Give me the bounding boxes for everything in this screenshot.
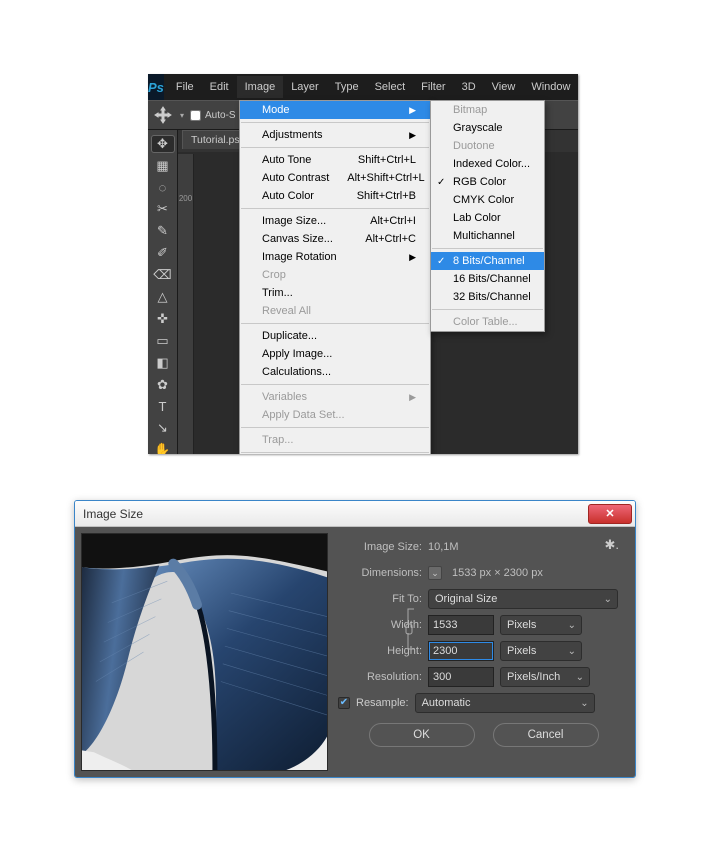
photoshop-window: Ps FileEditImageLayerTypeSelectFilter3DV… — [148, 74, 578, 454]
move-tool[interactable]: ✥ — [152, 136, 174, 152]
mode-grayscale[interactable]: Grayscale — [431, 119, 544, 137]
mode-16-bits-channel[interactable]: 16 Bits/Channel — [431, 270, 544, 288]
image-menu-apply-image-[interactable]: Apply Image... — [240, 345, 430, 363]
menu-layer[interactable]: Layer — [283, 76, 327, 98]
image-size-dialog: Image Size ✕ — [74, 500, 636, 778]
image-menu-mode[interactable]: Mode▶ — [240, 101, 430, 119]
menu-window[interactable]: Window — [523, 76, 578, 98]
image-menu-trap-: Trap... — [240, 431, 430, 449]
mode-32-bits-channel[interactable]: 32 Bits/Channel — [431, 288, 544, 306]
image-menu-image-size-[interactable]: Image Size...Alt+Ctrl+I — [240, 212, 430, 230]
brush-tool[interactable]: ✐ — [152, 245, 174, 261]
mode-rgb-color[interactable]: ✓RGB Color — [431, 173, 544, 191]
image-menu-canvas-size-[interactable]: Canvas Size...Alt+Ctrl+C — [240, 230, 430, 248]
dimensions-unit-toggle[interactable] — [428, 566, 442, 580]
image-menu-apply-data-set-: Apply Data Set... — [240, 406, 430, 424]
ok-button[interactable]: OK — [369, 723, 475, 747]
lasso-tool[interactable]: ◌ — [152, 180, 174, 195]
width-input[interactable] — [428, 615, 494, 635]
dialog-title: Image Size — [83, 507, 143, 521]
image-menu-duplicate-[interactable]: Duplicate... — [240, 327, 430, 345]
image-menu-variables: Variables▶ — [240, 388, 430, 406]
gradient-tool[interactable]: △ — [152, 289, 174, 305]
type-tool[interactable]: T — [152, 399, 174, 414]
menu-3d[interactable]: 3D — [454, 76, 484, 98]
hand-tool[interactable]: ✋ — [152, 442, 174, 454]
mode-color-table-: Color Table... — [431, 313, 544, 331]
eyedropper-tool[interactable]: ✎ — [152, 223, 174, 239]
width-unit-select[interactable]: Pixels — [500, 615, 582, 635]
menu-edit[interactable]: Edit — [202, 76, 237, 98]
auto-select-checkbox[interactable]: Auto-S — [190, 110, 236, 121]
marquee-tool[interactable]: ▦ — [152, 158, 174, 174]
image-menu-auto-tone[interactable]: Auto ToneShift+Ctrl+L — [240, 151, 430, 169]
resample-label: Resample: — [356, 697, 409, 709]
shape-tool[interactable]: ▭ — [152, 333, 174, 349]
menu-file[interactable]: File — [168, 76, 202, 98]
mode-indexed-color-[interactable]: Indexed Color... — [431, 155, 544, 173]
eraser-tool[interactable]: ⌫ — [152, 267, 174, 283]
gear-icon[interactable]: ✱. — [604, 537, 619, 553]
resolution-input[interactable] — [428, 667, 494, 687]
path-tool[interactable]: ↘ — [152, 420, 174, 436]
menu-type[interactable]: Type — [327, 76, 367, 98]
blur-tool[interactable]: ✿ — [152, 377, 174, 393]
app-logo: Ps — [148, 74, 164, 100]
image-menu-calculations-[interactable]: Calculations... — [240, 363, 430, 381]
tool-preset-arrow-icon[interactable]: ▾ — [180, 111, 184, 120]
dimensions-label: Dimensions: — [338, 567, 422, 579]
menu-image[interactable]: Image — [237, 76, 284, 98]
resample-select[interactable]: Automatic — [415, 693, 595, 713]
image-menu-crop: Crop — [240, 266, 430, 284]
close-button[interactable]: ✕ — [588, 504, 632, 524]
image-menu-adjustments[interactable]: Adjustments▶ — [240, 126, 430, 144]
mode-lab-color[interactable]: Lab Color — [431, 209, 544, 227]
image-menu-reveal-all: Reveal All — [240, 302, 430, 320]
crop-tool[interactable]: ✂ — [152, 201, 174, 217]
link-width-height-icon[interactable] — [404, 607, 418, 651]
dialog-titlebar: Image Size ✕ — [75, 501, 635, 527]
fit-to-select[interactable]: Original Size — [428, 589, 618, 609]
image-size-label: Image Size: — [338, 541, 422, 553]
resolution-unit-select[interactable]: Pixels/Inch — [500, 667, 590, 687]
resample-checkbox[interactable]: ✔ — [338, 697, 350, 709]
mode-submenu: BitmapGrayscaleDuotoneIndexed Color...✓R… — [430, 100, 545, 332]
fit-to-label: Fit To: — [338, 593, 422, 605]
image-menu-auto-color[interactable]: Auto ColorShift+Ctrl+B — [240, 187, 430, 205]
mode-duotone: Duotone — [431, 137, 544, 155]
image-menu: Mode▶Adjustments▶Auto ToneShift+Ctrl+LAu… — [239, 100, 431, 454]
menu-view[interactable]: View — [484, 76, 524, 98]
dialog-preview — [81, 533, 328, 771]
dialog-fields: ✱. Image Size: 10,1M Dimensions: 1533 px… — [338, 533, 629, 771]
height-unit-select[interactable]: Pixels — [500, 641, 582, 661]
patch-tool[interactable]: ◧ — [152, 355, 174, 371]
image-menu-trim-[interactable]: Trim... — [240, 284, 430, 302]
mode-8-bits-channel[interactable]: ✓8 Bits/Channel — [431, 252, 544, 270]
image-size-value: 10,1M — [428, 541, 459, 553]
menubar: FileEditImageLayerTypeSelectFilter3DView… — [168, 76, 578, 98]
mode-cmyk-color[interactable]: CMYK Color — [431, 191, 544, 209]
mode-multichannel[interactable]: Multichannel — [431, 227, 544, 245]
tools-panel: ✥ ▦ ◌ ✂ ✎ ✐ ⌫ △ ✜ ▭ ◧ ✿ T ↘ ✋ — [148, 130, 178, 454]
mode-bitmap: Bitmap — [431, 101, 544, 119]
height-input[interactable] — [428, 641, 494, 661]
clone-tool[interactable]: ✜ — [152, 311, 174, 327]
image-menu-image-rotation[interactable]: Image Rotation▶ — [240, 248, 430, 266]
dimensions-value: 1533 px × 2300 px — [452, 567, 543, 579]
resolution-label: Resolution: — [338, 671, 422, 683]
move-tool-icon[interactable] — [154, 106, 172, 124]
cancel-button[interactable]: Cancel — [493, 723, 599, 747]
image-menu-auto-contrast[interactable]: Auto ContrastAlt+Shift+Ctrl+L — [240, 169, 430, 187]
vertical-ruler: 200 — [178, 154, 194, 454]
menu-filter[interactable]: Filter — [413, 76, 453, 98]
menu-select[interactable]: Select — [367, 76, 414, 98]
app-header: Ps FileEditImageLayerTypeSelectFilter3DV… — [148, 74, 578, 100]
auto-select-input[interactable] — [190, 110, 201, 121]
